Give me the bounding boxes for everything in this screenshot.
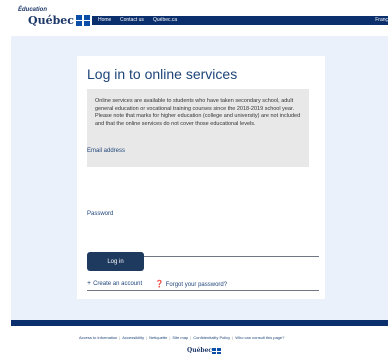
quebec-logo[interactable]: Éducation Québec bbox=[14, 7, 90, 31]
login-button[interactable]: Log in bbox=[87, 252, 144, 271]
footer-separator: | bbox=[169, 335, 171, 340]
email-label: Email address bbox=[87, 148, 126, 154]
password-label: Password bbox=[87, 211, 114, 217]
nav-quebec-ca-link[interactable]: Québec.ca bbox=[153, 17, 177, 23]
logo-quebec-text: Québec bbox=[28, 14, 74, 27]
language-toggle-link[interactable]: Franç bbox=[375, 17, 388, 23]
info-notice: Online services are available to student… bbox=[87, 89, 309, 167]
logo-education-text: Éducation bbox=[18, 7, 48, 13]
question-circle-icon: ❓ bbox=[155, 281, 164, 288]
fleur-de-lis-flag-icon bbox=[76, 15, 90, 26]
footer-link-access-information[interactable]: Access to information bbox=[79, 335, 117, 340]
login-card: Log in to online services Online service… bbox=[77, 56, 325, 299]
footer-link-netiquette[interactable]: Netiquette bbox=[149, 335, 167, 340]
footer-link-who-can-consult[interactable]: Who can consult this page? bbox=[235, 335, 284, 340]
forgot-password-link[interactable]: ❓ Forgot your password? bbox=[155, 280, 227, 288]
create-account-label: Create an account bbox=[93, 281, 143, 287]
footer-separator: | bbox=[190, 335, 192, 340]
footer-link-accessibility[interactable]: Accessibility bbox=[122, 335, 144, 340]
footer-bar bbox=[11, 320, 388, 326]
footer-separator: | bbox=[232, 335, 234, 340]
page-title: Log in to online services bbox=[87, 66, 238, 82]
top-navigation: Home Contact us Québec.ca Franç bbox=[92, 16, 388, 25]
info-text-higher-education: Please note that marks for higher educat… bbox=[95, 113, 301, 128]
forgot-password-label: Forgot your password? bbox=[165, 282, 228, 288]
footer-fleur-de-lis-icon bbox=[212, 348, 221, 354]
nav-contact-link[interactable]: Contact us bbox=[120, 17, 144, 23]
create-account-link[interactable]: + Create an account bbox=[87, 280, 142, 287]
footer-link-site-map[interactable]: Site map bbox=[172, 335, 188, 340]
footer-link-confidentiality[interactable]: Confidentiality Policy bbox=[193, 335, 230, 340]
nav-home-link[interactable]: Home bbox=[98, 17, 111, 23]
footer-separator: | bbox=[146, 335, 148, 340]
footer-separator: | bbox=[119, 335, 121, 340]
info-text-availability: Online services are available to student… bbox=[95, 98, 295, 112]
footer-quebec-logo[interactable]: Québec bbox=[187, 347, 212, 354]
site-header: Éducation Québec Home Contact us Québec.… bbox=[0, 0, 388, 36]
plus-icon: + bbox=[87, 280, 92, 287]
footer-links: Access to information | Accessibility | Neti… bbox=[79, 335, 284, 340]
